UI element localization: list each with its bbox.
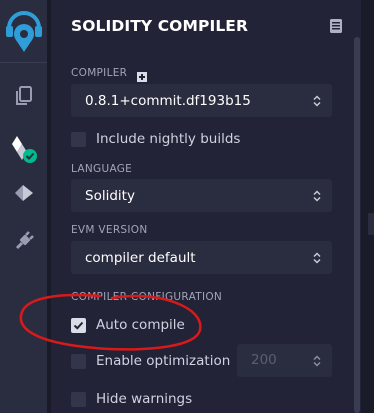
enable-optimization-checkbox[interactable] <box>71 353 86 369</box>
hide-warnings-label: Hide warnings <box>96 391 193 407</box>
panel-scrollbar-thumb[interactable] <box>354 37 360 413</box>
files-icon[interactable] <box>0 85 47 107</box>
hide-warnings-checkbox[interactable] <box>71 391 86 407</box>
ethereum-deploy-icon[interactable] <box>0 182 47 204</box>
compiler-configuration-label: COMPILER CONFIGURATION <box>71 291 223 303</box>
editor-edge <box>361 0 374 413</box>
panel-title: SOLIDITY COMPILER <box>71 17 249 35</box>
icon-sidebar <box>0 0 47 413</box>
compiler-label: COMPILER <box>71 67 128 79</box>
language-select[interactable]: Solidity <box>71 179 332 212</box>
remix-logo-icon[interactable] <box>0 6 47 54</box>
optimization-runs-input[interactable]: 200 <box>237 344 332 377</box>
stepper-arrows-icon[interactable] <box>313 355 321 367</box>
editor-scroll-marker <box>368 213 374 235</box>
select-arrows-icon <box>313 252 321 264</box>
documentation-icon[interactable] <box>330 18 342 37</box>
auto-compile-label: Auto compile <box>96 317 185 333</box>
evm-version-value: compiler default <box>85 249 196 266</box>
iconbar-divider <box>0 62 47 63</box>
select-arrows-icon <box>313 190 321 202</box>
evm-version-label: EVM VERSION <box>71 224 148 236</box>
compiler-version-select[interactable]: 0.8.1+commit.df193b15 <box>71 84 332 117</box>
include-nightly-row[interactable]: Include nightly builds <box>71 131 240 147</box>
evm-version-select[interactable]: compiler default <box>71 241 332 274</box>
select-arrows-icon <box>313 95 321 107</box>
include-nightly-checkbox[interactable] <box>71 131 86 147</box>
solidity-compiler-icon[interactable] <box>0 134 47 166</box>
language-value: Solidity <box>85 187 135 204</box>
solidity-compiler-panel: SOLIDITY COMPILER COMPILER 0.8.1+commit.… <box>51 0 351 413</box>
plug-icon[interactable] <box>0 230 47 252</box>
auto-compile-checkbox[interactable] <box>71 317 86 333</box>
compiler-version-value: 0.8.1+commit.df193b15 <box>85 92 251 109</box>
hide-warnings-row[interactable]: Hide warnings <box>71 391 192 407</box>
optimization-runs-value: 200 <box>251 352 277 368</box>
enable-optimization-row[interactable]: Enable optimization <box>71 353 230 369</box>
auto-compile-row[interactable]: Auto compile <box>71 317 185 333</box>
include-nightly-label: Include nightly builds <box>96 131 241 147</box>
checkmark-icon <box>73 321 84 330</box>
add-compiler-icon[interactable] <box>137 67 147 82</box>
language-label: LANGUAGE <box>71 163 133 175</box>
enable-optimization-label: Enable optimization <box>96 353 231 369</box>
